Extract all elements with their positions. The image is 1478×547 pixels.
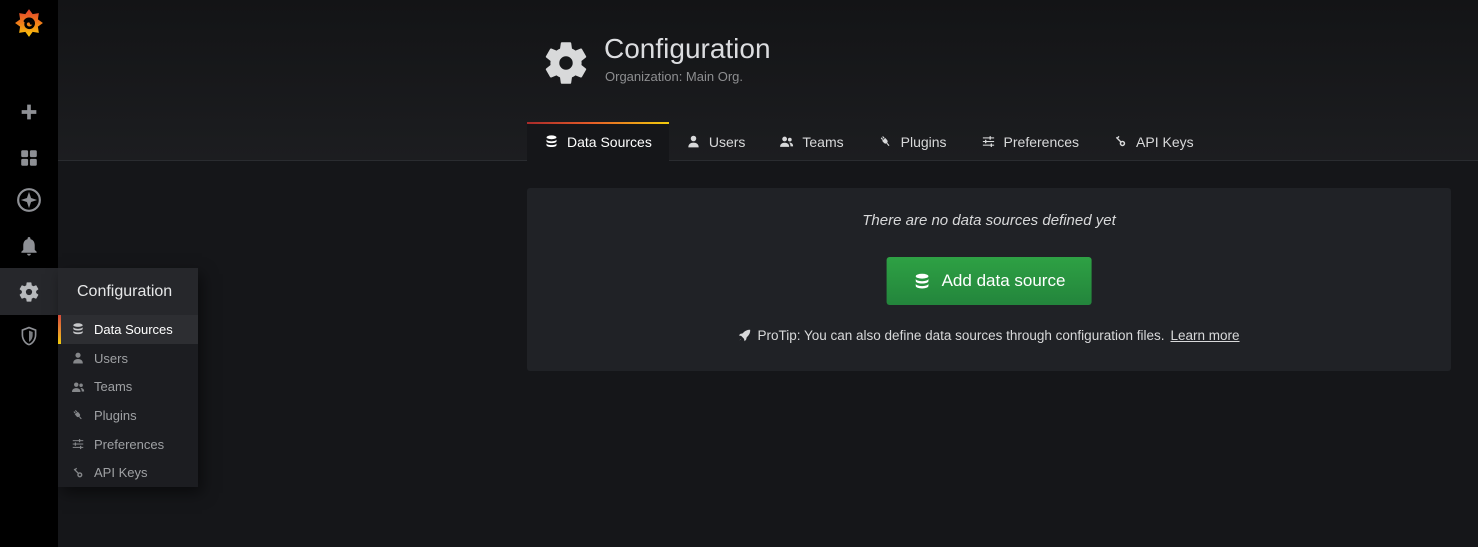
- flyout-item-label: Users: [94, 351, 128, 366]
- gear-icon[interactable]: [0, 268, 58, 315]
- flyout-item-label: Teams: [94, 379, 132, 394]
- database-icon: [544, 134, 559, 149]
- plug-icon: [71, 408, 85, 422]
- main-area: Configuration Organization: Main Org. Da…: [58, 0, 1478, 547]
- tab-preferences[interactable]: Preferences: [964, 122, 1096, 161]
- protip-line: ProTip: You can also define data sources…: [527, 328, 1451, 343]
- tab-label: API Keys: [1136, 134, 1194, 150]
- users-icon: [779, 134, 794, 149]
- sidebar: [0, 0, 58, 547]
- user-icon: [71, 351, 85, 365]
- flyout-item-plugins[interactable]: Plugins: [58, 401, 198, 430]
- add-data-source-button[interactable]: Add data source: [887, 257, 1092, 305]
- tab-label: Preferences: [1004, 134, 1079, 150]
- tab-users[interactable]: Users: [669, 122, 763, 161]
- empty-datasources-panel: There are no data sources defined yet Ad…: [527, 188, 1451, 371]
- flyout-item-label: Plugins: [94, 408, 137, 423]
- add-data-source-label: Add data source: [942, 271, 1066, 291]
- flyout-item-data-sources[interactable]: Data Sources: [58, 315, 198, 344]
- sliders-icon: [981, 134, 996, 149]
- page-subtitle: Organization: Main Org.: [605, 69, 743, 84]
- grafana-logo-icon[interactable]: [14, 8, 44, 38]
- configuration-flyout: Configuration Data Sources Users Teams P…: [58, 268, 198, 487]
- sliders-icon: [71, 437, 85, 451]
- compass-icon[interactable]: [0, 179, 58, 221]
- gear-icon: [540, 37, 592, 89]
- flyout-item-label: Data Sources: [94, 322, 173, 337]
- flyout-title: Configuration: [58, 268, 198, 315]
- database-icon: [71, 322, 85, 336]
- flyout-item-label: Preferences: [94, 437, 164, 452]
- tab-teams[interactable]: Teams: [762, 122, 860, 161]
- page-title: Configuration: [604, 33, 771, 65]
- database-icon: [913, 272, 932, 291]
- plus-icon[interactable]: [0, 91, 58, 133]
- flyout-item-api-keys[interactable]: API Keys: [58, 458, 198, 487]
- tab-label: Teams: [802, 134, 843, 150]
- flyout-item-preferences[interactable]: Preferences: [58, 430, 198, 459]
- bell-icon[interactable]: [0, 225, 58, 267]
- tab-api-keys[interactable]: API Keys: [1096, 122, 1211, 161]
- user-icon: [686, 134, 701, 149]
- flyout-item-label: API Keys: [94, 465, 147, 480]
- users-icon: [71, 380, 85, 394]
- shield-icon[interactable]: [0, 315, 58, 357]
- flyout-item-teams[interactable]: Teams: [58, 372, 198, 401]
- plug-icon: [878, 134, 893, 149]
- tab-label: Plugins: [901, 134, 947, 150]
- tab-bar: Data Sources Users Teams Plugins Prefere…: [527, 122, 1211, 161]
- key-icon: [71, 466, 85, 480]
- protip-text: ProTip: You can also define data sources…: [757, 328, 1164, 343]
- page-header: Configuration Organization: Main Org. Da…: [58, 0, 1478, 161]
- tab-plugins[interactable]: Plugins: [861, 122, 964, 161]
- tab-label: Data Sources: [567, 134, 652, 150]
- flyout-item-users[interactable]: Users: [58, 344, 198, 373]
- apps-grid-icon[interactable]: [0, 137, 58, 179]
- empty-state-message: There are no data sources defined yet: [527, 212, 1451, 229]
- rocket-icon: [738, 329, 751, 342]
- learn-more-link[interactable]: Learn more: [1170, 328, 1239, 343]
- tab-label: Users: [709, 134, 746, 150]
- key-icon: [1113, 134, 1128, 149]
- tab-data-sources[interactable]: Data Sources: [527, 122, 669, 161]
